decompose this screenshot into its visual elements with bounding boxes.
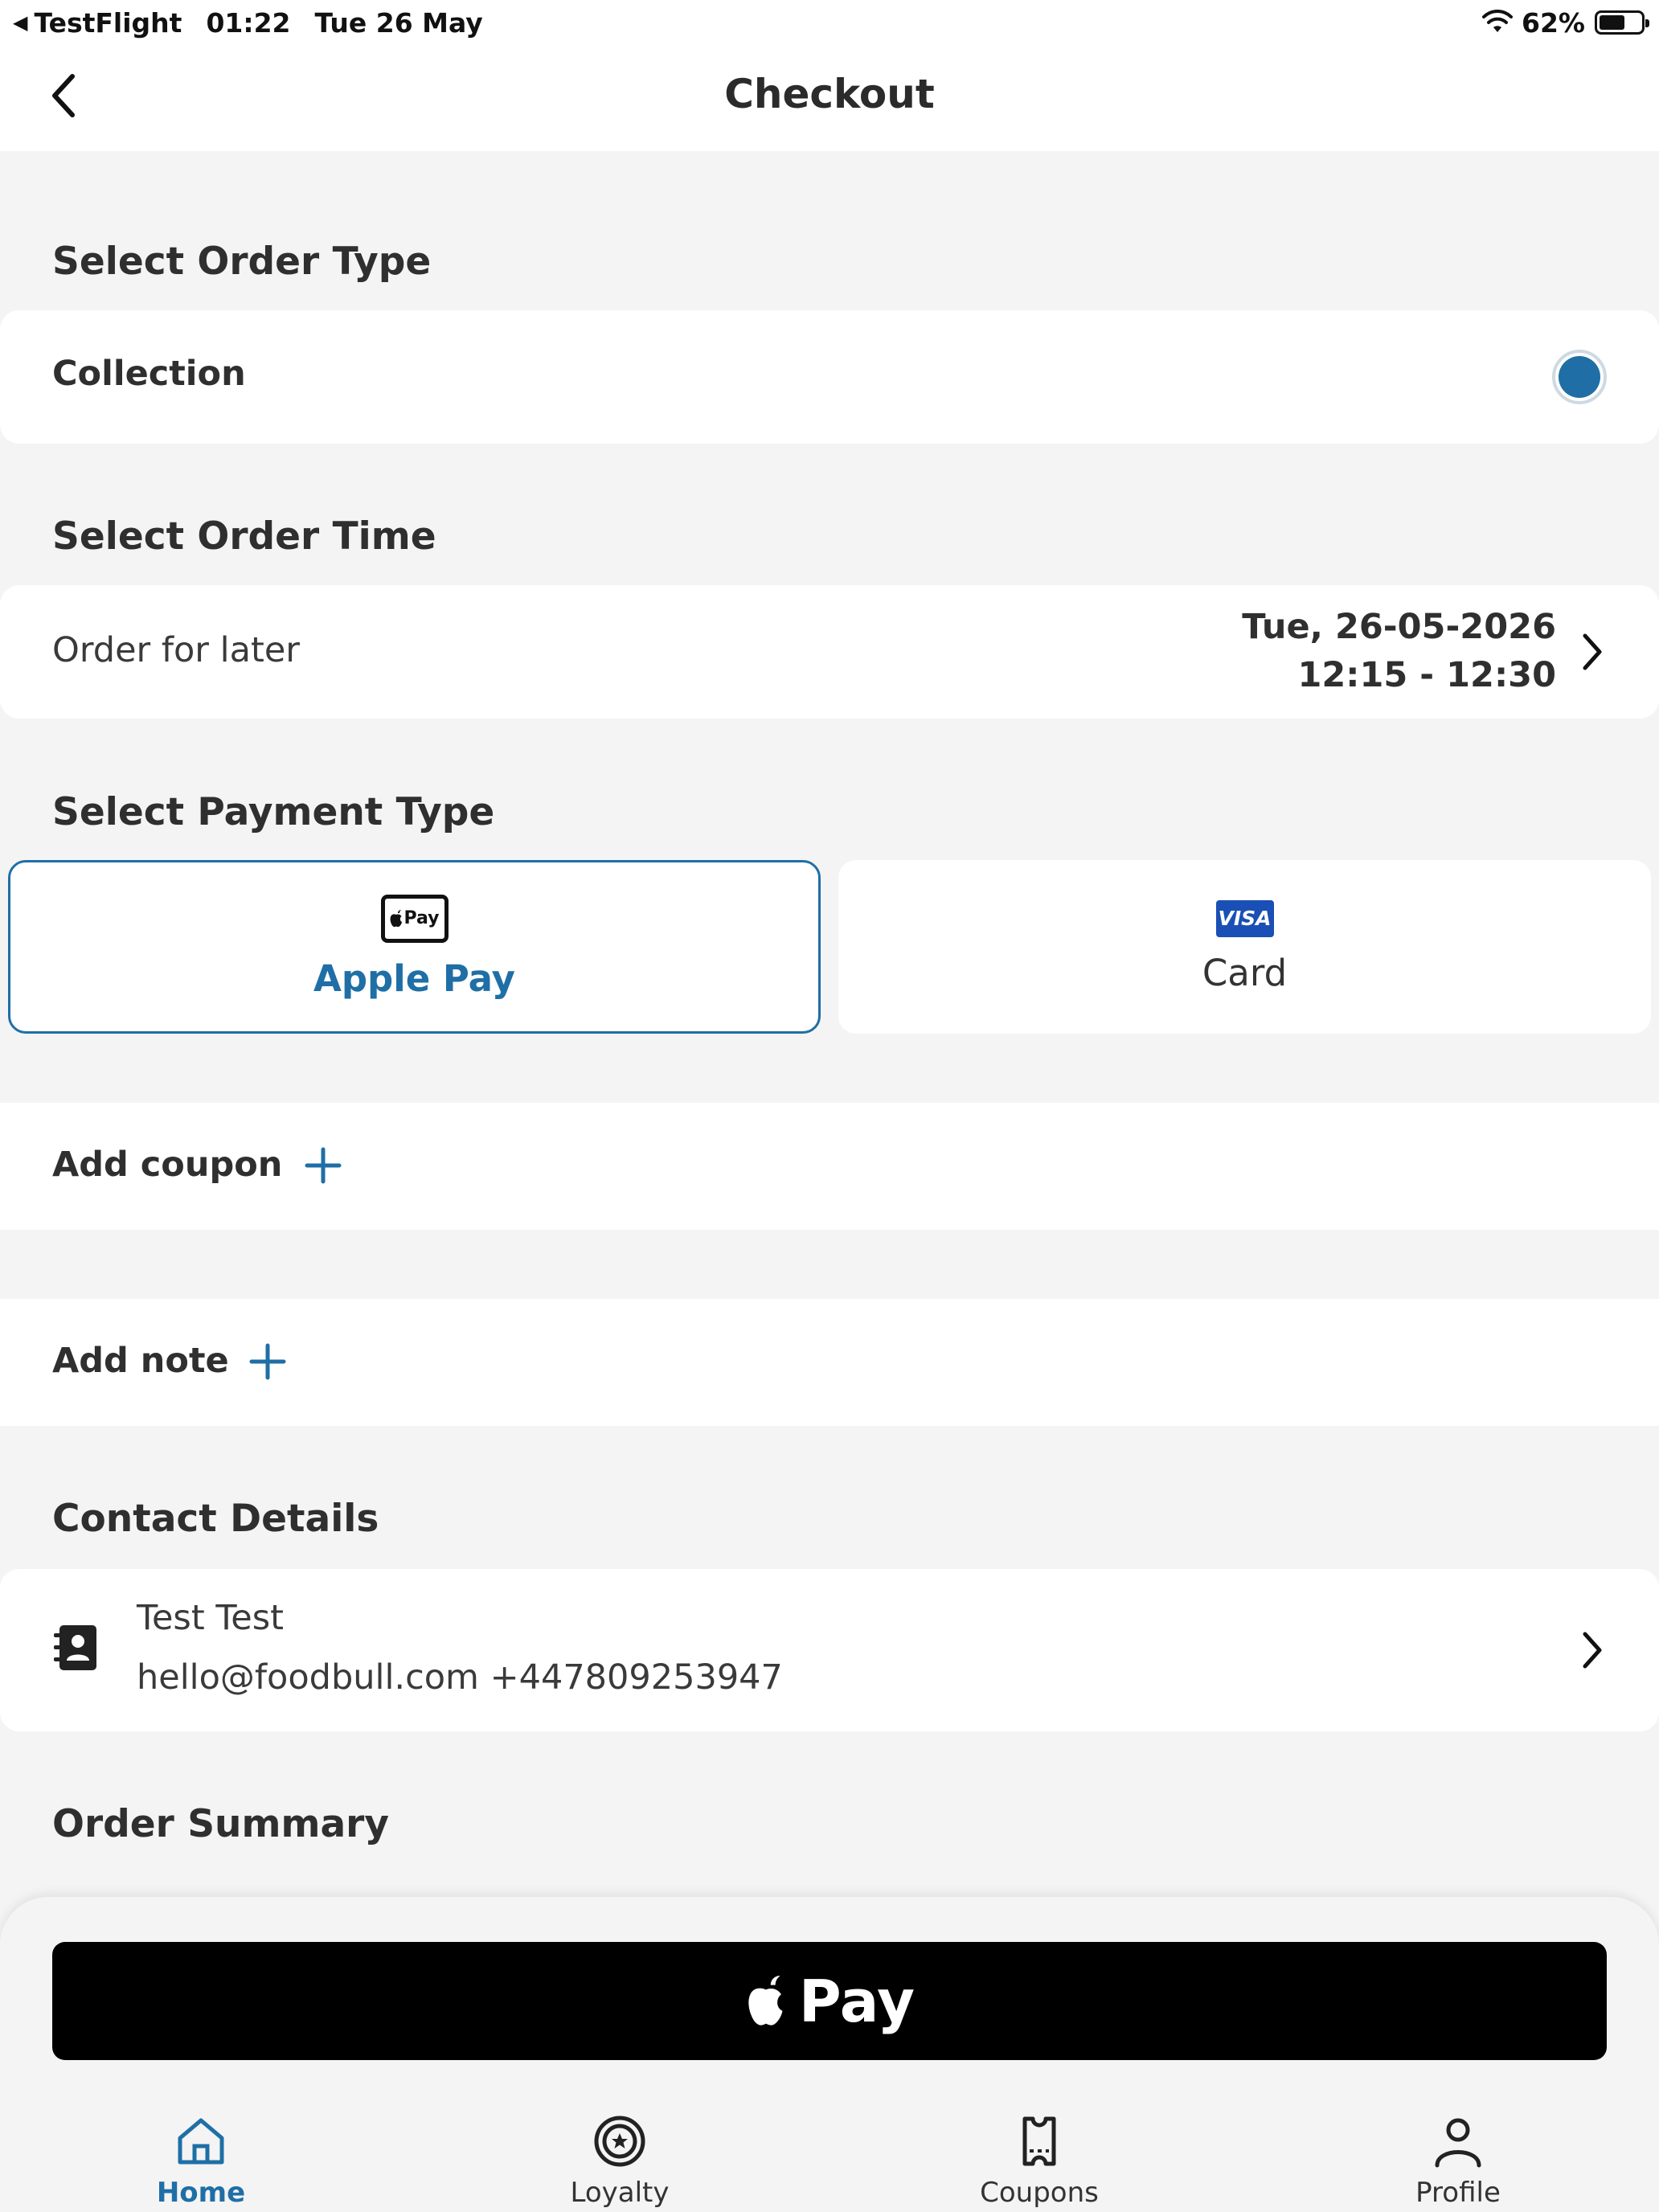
status-time: 01:22	[206, 6, 291, 39]
status-bar: ◀ TestFlight 01:22 Tue 26 May 62%	[0, 0, 1659, 45]
add-note-row[interactable]: Add note	[0, 1299, 1659, 1426]
payment-option-apple-pay[interactable]: Pay Apple Pay	[8, 860, 821, 1034]
contact-book-icon	[54, 1625, 96, 1670]
add-coupon-button[interactable]	[299, 1141, 347, 1190]
plus-icon	[249, 1343, 286, 1380]
status-app-name[interactable]: TestFlight	[34, 7, 182, 39]
battery-fill	[1600, 15, 1624, 30]
apple-logo-icon	[391, 909, 403, 927]
contact-name: Test Test	[137, 1598, 285, 1638]
wifi-icon	[1482, 10, 1513, 32]
collection-label: Collection	[52, 354, 246, 394]
chevron-left-icon	[52, 74, 75, 117]
battery-percent: 62%	[1522, 6, 1585, 39]
tab-home-label: Home	[156, 2177, 246, 2209]
apple-pay-mark-text: Pay	[403, 908, 440, 928]
tab-home[interactable]: Home	[80, 2112, 322, 2209]
order-slot: 12:15 - 12:30	[1297, 655, 1556, 695]
tab-profile-label: Profile	[1415, 2177, 1501, 2209]
tab-loyalty[interactable]: Loyalty	[499, 2112, 740, 2209]
order-type-title: Select Order Type	[52, 240, 432, 284]
back-button[interactable]	[39, 68, 87, 124]
page-title: Checkout	[724, 71, 935, 117]
contact-details-title: Contact Details	[52, 1497, 379, 1541]
order-summary-title: Order Summary	[52, 1802, 389, 1846]
apple-pay-button[interactable]: Pay	[52, 1942, 1607, 2060]
tab-loyalty-label: Loyalty	[570, 2177, 670, 2209]
chevron-right-icon[interactable]	[1580, 1630, 1604, 1670]
order-type-card[interactable]: Collection	[0, 310, 1659, 444]
loyalty-icon	[594, 2116, 645, 2167]
add-coupon-label: Add coupon	[52, 1145, 283, 1185]
payment-option-card[interactable]: VISA Card	[838, 860, 1651, 1034]
tab-coupons[interactable]: Coupons	[919, 2112, 1160, 2209]
home-icon	[178, 2118, 224, 2165]
battery-icon	[1595, 10, 1649, 35]
order-time-value: Tue, 26-05-2026 12:15 - 12:30	[1242, 603, 1556, 699]
back-to-app-icon[interactable]: ◀	[13, 11, 27, 34]
tab-coupons-label: Coupons	[980, 2177, 1099, 2209]
chevron-right-icon[interactable]	[1580, 632, 1604, 672]
tab-profile[interactable]: Profile	[1337, 2112, 1579, 2209]
apple-pay-label: Apple Pay	[313, 956, 515, 1000]
apple-logo-icon	[748, 1975, 783, 2026]
radio-selected-dot	[1559, 356, 1600, 398]
header: Checkout	[0, 45, 1659, 151]
collection-radio[interactable]	[1552, 350, 1607, 404]
coupons-icon	[1022, 2116, 1056, 2166]
profile-icon	[1435, 2118, 1481, 2168]
plus-icon	[305, 1147, 342, 1184]
battery-tip	[1645, 19, 1649, 27]
order-date: Tue, 26-05-2026	[1242, 607, 1556, 647]
order-time-card[interactable]: Order for later Tue, 26-05-2026 12:15 - …	[0, 585, 1659, 719]
add-note-label: Add note	[52, 1341, 229, 1381]
status-left: ◀ TestFlight 01:22 Tue 26 May	[13, 5, 483, 40]
contact-email-phone: hello@foodbull.com +447809253947	[137, 1657, 783, 1698]
visa-icon: VISA	[1215, 899, 1274, 937]
payment-type-title: Select Payment Type	[52, 790, 495, 834]
add-coupon-row[interactable]: Add coupon	[0, 1103, 1659, 1230]
card-label: Card	[1202, 951, 1288, 994]
contact-details-card[interactable]: Test Test hello@foodbull.com +4478092539…	[0, 1569, 1659, 1731]
status-date: Tue 26 May	[314, 6, 483, 39]
order-time-title: Select Order Time	[52, 514, 436, 559]
order-for-later-label: Order for later	[52, 630, 300, 670]
status-right: 62%	[1481, 5, 1649, 40]
apple-pay-button-label: Pay	[798, 1967, 916, 2035]
apple-pay-icon: Pay	[380, 894, 449, 943]
add-note-button[interactable]	[244, 1337, 292, 1386]
